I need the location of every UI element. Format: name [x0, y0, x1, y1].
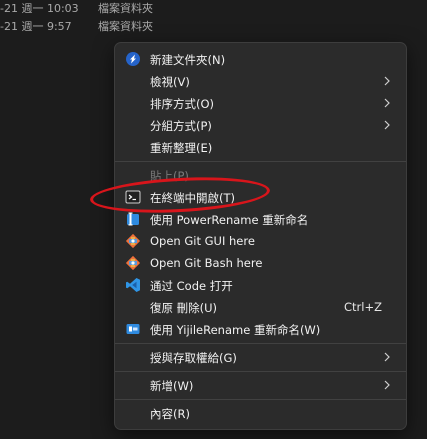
menu-item-label: 使用 YijileRename 重新命名(W): [150, 323, 321, 337]
menu-item-label: Open Git Bash here: [150, 256, 263, 270]
menu-item-label: Open Git GUI here: [150, 234, 255, 248]
file-type: 檔案資料夾: [98, 20, 153, 33]
file-type: 檔案資料夾: [98, 2, 153, 15]
vscode-icon: [125, 277, 141, 293]
menu-item-label: 新建文件夾(N): [150, 53, 226, 67]
chevron-right-icon: [382, 377, 392, 393]
menu-item-label: 通过 Code 打开: [150, 279, 233, 293]
chevron-right-icon: [382, 349, 392, 365]
chevron-right-icon: [382, 117, 392, 133]
menu-item-undo-delete[interactable]: 復原 刪除(U) Ctrl+Z: [119, 296, 402, 318]
menu-item-yijile-rename[interactable]: 使用 YijileRename 重新命名(W): [119, 318, 402, 340]
desktop-window: -21 週一 10:03 檔案資料夾 -21 週一 9:57 檔案資料夾 新建文…: [0, 0, 427, 439]
menu-item-refresh[interactable]: 重新整理(E): [119, 136, 402, 158]
file-date: -21 週一 10:03: [0, 2, 79, 15]
menu-item-label: 復原 刪除(U): [150, 301, 218, 315]
powerrename-icon: [125, 211, 141, 227]
file-date: -21 週一 9:57: [0, 20, 72, 33]
menu-item-git-gui[interactable]: Open Git GUI here: [119, 230, 402, 252]
chevron-right-icon: [382, 95, 392, 111]
menu-item-label: 使用 PowerRename 重新命名: [150, 213, 309, 227]
menu-item-view[interactable]: 檢視(V): [119, 70, 402, 92]
menu-item-label: 新增(W): [150, 379, 194, 393]
menu-item-label: 在終端中開啟(T): [150, 191, 235, 205]
menu-item-open-with-code[interactable]: 通过 Code 打开: [119, 274, 402, 296]
menu-separator: [115, 343, 406, 344]
menu-item-label: 貼上(P): [150, 169, 189, 183]
menu-item-sort-by[interactable]: 排序方式(O): [119, 92, 402, 114]
new-folder-icon: [125, 51, 141, 67]
menu-item-label: 重新整理(E): [150, 141, 213, 155]
menu-item-label: 排序方式(O): [150, 97, 215, 111]
menu-item-label: 分組方式(P): [150, 119, 212, 133]
menu-item-properties[interactable]: 內容(R): [119, 402, 402, 424]
menu-item-label: 內容(R): [150, 407, 190, 421]
menu-separator: [115, 399, 406, 400]
menu-separator: [115, 371, 406, 372]
menu-item-label: 授與存取權給(G): [150, 351, 237, 365]
terminal-icon: [125, 189, 141, 205]
menu-item-new[interactable]: 新增(W): [119, 374, 402, 396]
menu-item-group-by[interactable]: 分組方式(P): [119, 114, 402, 136]
git-icon: [125, 233, 141, 249]
context-menu: 新建文件夾(N) 檢視(V) 排序方式(O) 分組方式(P) 重新整理(E) 貼…: [114, 42, 407, 430]
menu-item-open-in-terminal[interactable]: 在終端中開啟(T): [119, 186, 402, 208]
menu-item-shortcut: Ctrl+Z: [344, 300, 382, 314]
git-icon: [125, 255, 141, 271]
chevron-right-icon: [382, 73, 392, 89]
menu-item-label: 檢視(V): [150, 75, 190, 89]
yijile-rename-icon: [125, 321, 141, 337]
menu-separator: [115, 161, 406, 162]
menu-item-give-access[interactable]: 授與存取權給(G): [119, 346, 402, 368]
menu-item-powerrename[interactable]: 使用 PowerRename 重新命名: [119, 208, 402, 230]
menu-item-paste: 貼上(P): [119, 164, 402, 186]
menu-item-git-bash[interactable]: Open Git Bash here: [119, 252, 402, 274]
menu-item-new-folder[interactable]: 新建文件夾(N): [119, 48, 402, 70]
